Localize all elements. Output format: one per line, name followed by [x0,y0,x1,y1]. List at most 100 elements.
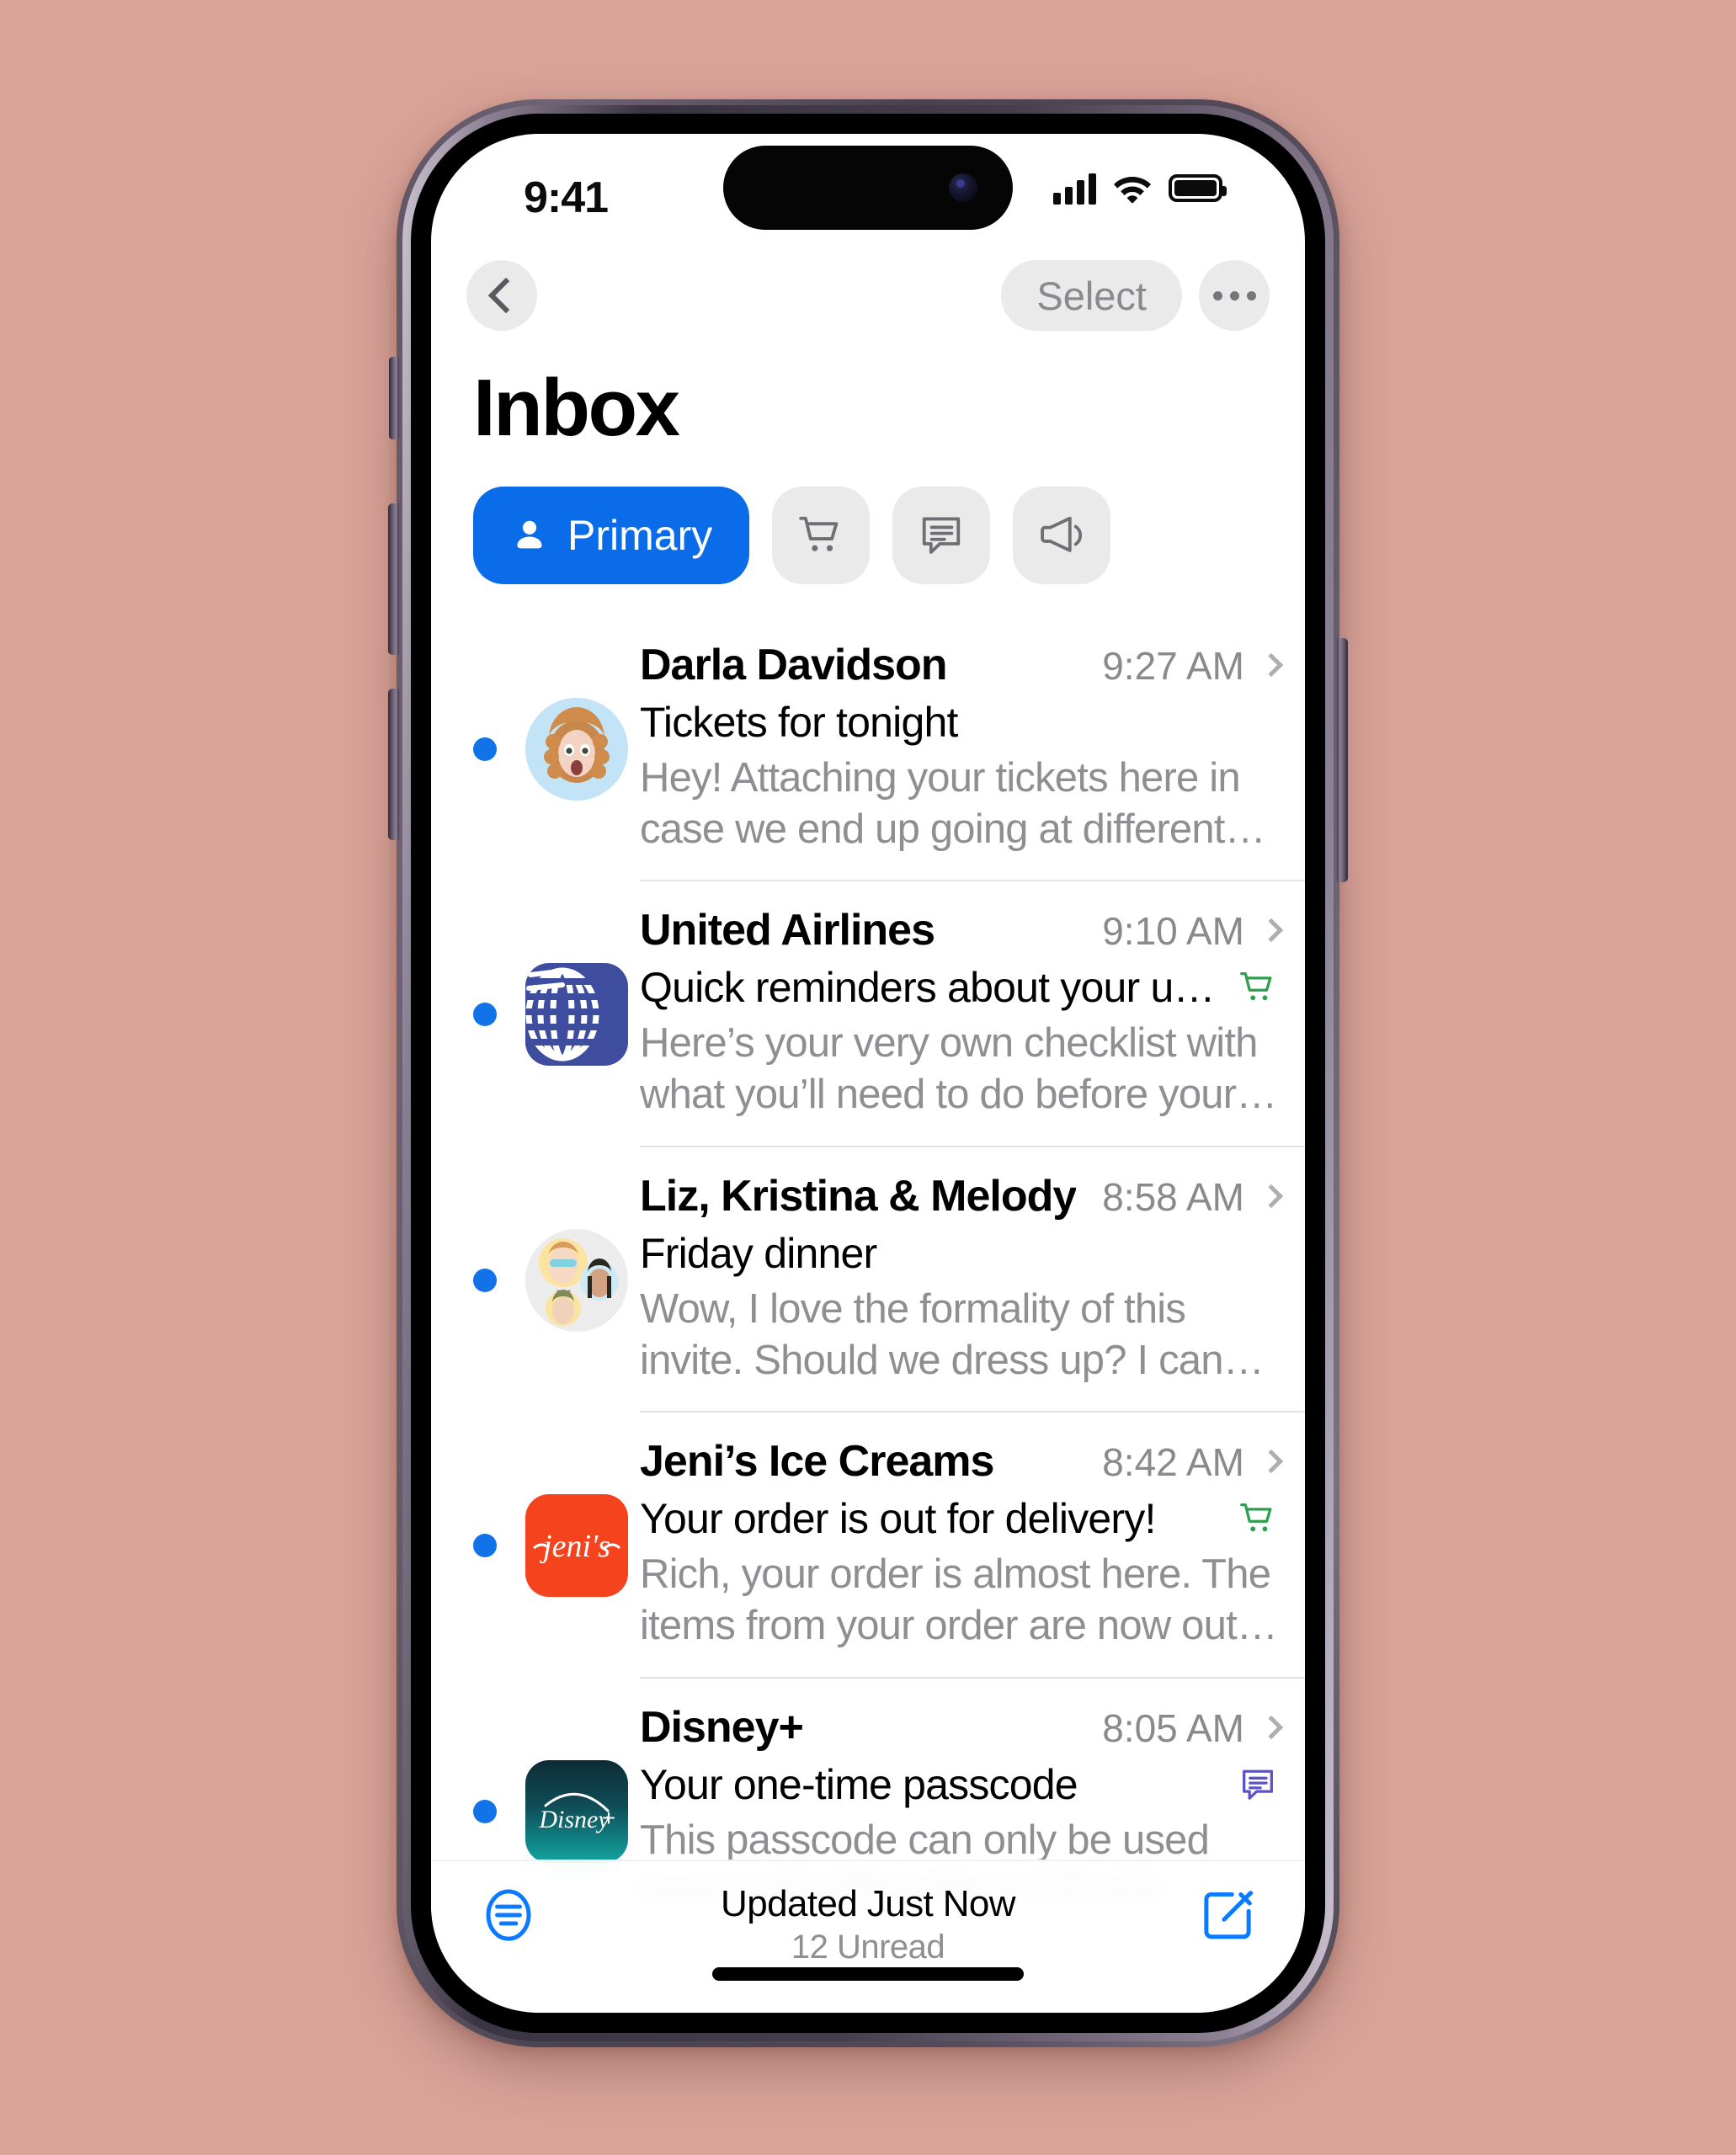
ellipsis-icon [1212,290,1256,301]
more-options-button[interactable] [1199,260,1270,331]
mail-subject-line: Quick reminders about your upcoming… [640,963,1280,1012]
chevron-left-icon [487,277,524,314]
shopping-cart-icon [799,516,839,551]
mail-time: 8:05 AM [1102,1705,1244,1750]
front-camera-icon [949,173,977,202]
avatar-column [525,881,640,1147]
chat-bubble-icon [923,517,961,554]
unread-dot [473,737,497,761]
avatar [525,963,628,1067]
compose-icon[interactable] [1195,1883,1259,1947]
phone-screen: 9:41 Select Inbox Primary Darla Davidson… [431,134,1305,2013]
unread-dot [473,1799,497,1823]
svg-text:jeni's: jeni's [539,1529,610,1564]
mail-sender: Disney+ [640,1702,803,1752]
shopping-cart-icon [1240,1503,1272,1532]
chevron-right-icon [1259,918,1284,943]
avatar: Disney + [525,1759,628,1863]
mail-sender: Darla Davidson [640,640,947,689]
logo-united-airlines-icon [525,963,628,1067]
volume-up-button[interactable] [388,503,399,655]
mail-preview: Wow, I love the formality of this invite… [640,1285,1224,1383]
tab-shopping[interactable] [772,486,871,584]
mail-header-line: Liz, Kristina & Melody 8:58 AM [640,1171,1284,1221]
mail-preview: Hey! Attaching your tickets here in case… [640,754,1241,852]
mail-content: Jeni’s Ice Creams 8:42 AM Your order is … [640,1413,1305,1679]
chevron-right-icon [1259,1450,1284,1474]
chevron-right-icon [1259,652,1284,677]
mail-sender: United Airlines [640,906,935,955]
logo-disney-plus-icon: Disney + [525,1759,628,1863]
chevron-right-icon [1259,1715,1284,1739]
mail-subject: Your order is out for delivery! [640,1495,1156,1543]
mail-sender: Liz, Kristina & Melody [640,1171,1077,1221]
mail-subject-line: Your one-time passcode [640,1760,1280,1809]
mail-subject-line: Friday dinner [640,1229,1280,1278]
unread-indicator-column [473,881,525,1147]
sync-status: Updated Just Now 12 Unread [541,1883,1195,1966]
mail-header-line: Jeni’s Ice Creams 8:42 AM [640,1436,1284,1487]
screenshot-canvas: 9:41 Select Inbox Primary Darla Davidson… [0,0,1736,2155]
svg-text:Disney: Disney [538,1806,610,1833]
memoji-group-icon [525,1228,628,1332]
mail-time: 8:58 AM [1102,1174,1244,1219]
unread-indicator-column [473,1413,525,1679]
volume-down-button[interactable] [388,689,399,840]
memoji-darla-icon [525,697,628,801]
filter-icon[interactable] [477,1883,541,1947]
tab-primary[interactable]: Primary [473,486,750,584]
tab-promotions[interactable] [1013,486,1111,584]
mail-content: Darla Davidson 9:27 AM Tickets for tonig… [640,616,1305,882]
category-badge [1236,1497,1280,1540]
status-bar: 9:41 [431,134,1305,240]
tab-primary-label: Primary [567,511,713,559]
mail-subject: Quick reminders about your upcoming… [640,964,1221,1012]
logo-jenis-ice-creams-icon: jeni's [525,1494,628,1598]
select-button[interactable]: Select [1001,260,1182,331]
mail-header-line: United Airlines 9:10 AM [640,905,1284,955]
power-button[interactable] [1337,638,1348,882]
status-indicators [1053,171,1227,205]
chat-bubble-icon [1243,1769,1273,1800]
unread-dot [473,1003,497,1027]
person-icon [517,520,542,549]
mail-list-item[interactable]: United Airlines 9:10 AM Quick reminders … [431,881,1305,1147]
avatar-column [525,616,640,882]
back-button[interactable] [466,260,537,331]
mail-content: United Airlines 9:10 AM Quick reminders … [640,881,1305,1147]
home-indicator [712,1967,1024,1981]
wifi-icon [1114,177,1151,203]
avatar [525,697,628,801]
unread-count: 12 Unread [791,1929,945,1966]
avatar-column: jeni's [525,1413,640,1679]
mail-list-item[interactable]: jeni's Jeni’s Ice Creams 8:42 AM Your or… [431,1413,1305,1679]
mail-preview: Rich, your order is almost here. The ite… [640,1551,1271,1649]
category-badge [1236,1763,1280,1806]
mail-list-item[interactable]: Liz, Kristina & Melody 8:58 AM Friday di… [431,1147,1305,1413]
action-button[interactable] [389,357,399,439]
mail-preview: Here’s your very own checklist with what… [640,1020,1258,1118]
mail-time: 9:10 AM [1102,909,1244,954]
mail-time: 8:42 AM [1102,1440,1244,1485]
category-filter-tabs: Primary [431,451,1305,616]
mail-content: Liz, Kristina & Melody 8:58 AM Friday di… [640,1147,1305,1413]
mail-list: Darla Davidson 9:27 AM Tickets for tonig… [431,616,1305,2013]
status-clock: 9:41 [524,173,609,222]
svg-text:+: + [602,1805,615,1831]
cellular-signal-icon [1053,171,1096,205]
sync-status-main: Updated Just Now [721,1883,1016,1924]
bottom-toolbar: Updated Just Now 12 Unread [431,1860,1305,2013]
avatar-column [525,1147,640,1413]
megaphone-icon [1041,516,1083,552]
mail-subject-line: Tickets for tonight [640,698,1280,747]
mail-time: 9:27 AM [1102,643,1244,688]
category-badge [1236,966,1280,1009]
mail-list-item[interactable]: Darla Davidson 9:27 AM Tickets for tonig… [431,616,1305,882]
unread-dot [473,1268,497,1292]
mail-subject: Tickets for tonight [640,698,958,746]
tab-transactions[interactable] [892,486,991,584]
unread-indicator-column [473,616,525,882]
mail-subject-line: Your order is out for delivery! [640,1494,1280,1543]
battery-icon [1169,173,1227,202]
unread-dot [473,1534,497,1558]
